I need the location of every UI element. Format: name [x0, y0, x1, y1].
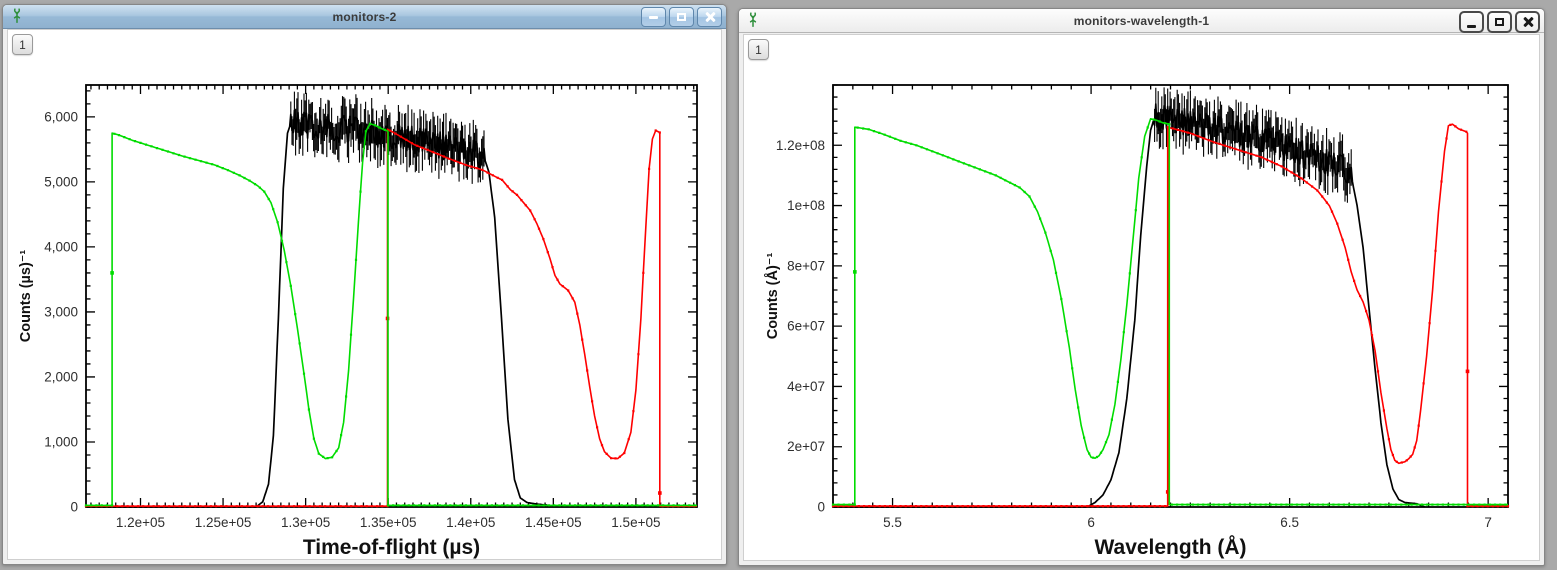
minimize-button[interactable] — [1459, 11, 1484, 33]
y-tick-label: 0 — [70, 500, 78, 515]
titlebar-monitors-wavelength-1[interactable]: monitors-wavelength-1 — [739, 9, 1544, 33]
layer-1-button[interactable]: 1 — [748, 39, 769, 60]
x-tick-label: 1.5e+05 — [611, 515, 660, 530]
x-tick-label: 1.25e+05 — [195, 515, 252, 530]
chopper-window-red-line — [86, 128, 697, 507]
close-icon — [705, 12, 715, 22]
plot-canvas-area: 1.2e+05 1.25e+05 1.3e+05 1.35e+05 1.4e+05 1.4… — [7, 29, 722, 560]
y-tick-label: 4e+07 — [787, 379, 825, 394]
y-tick-label: 2e+07 — [787, 439, 825, 454]
close-button[interactable] — [697, 7, 722, 27]
y-tick-label: 2,000 — [44, 369, 78, 384]
window-monitors-wavelength-1: monitors-wavelength-1 5.5 6 6.5 7 0 2e+07 4e+0… — [738, 8, 1545, 566]
x-axis-title: Wavelength (Å) — [1094, 535, 1246, 559]
maximize-button[interactable] — [1487, 11, 1512, 33]
plot-frame — [832, 84, 1509, 508]
titlebar-monitors-2[interactable]: monitors-2 — [3, 5, 726, 29]
y-tick-label: 1,000 — [44, 434, 78, 449]
x-tick-label: 7 — [1484, 515, 1492, 530]
chopper-window-green-point-marker — [110, 271, 114, 275]
y-tick-label: 1e+08 — [787, 198, 825, 213]
x-tick-label: 1.2e+05 — [116, 515, 165, 530]
minimize-button[interactable] — [641, 7, 666, 27]
plot-canvas-area: 5.5 6 6.5 7 0 2e+07 4e+07 6e+07 8e+07 1e+08 1.2e+0… — [743, 34, 1540, 561]
x-tick-label: 1.45e+05 — [525, 515, 582, 530]
y-axis-title: Counts (µs)⁻¹ — [18, 250, 34, 343]
maximize-button[interactable] — [669, 7, 694, 27]
wavelength-monitors-chart[interactable]: 5.5 6 6.5 7 0 2e+07 4e+07 6e+07 8e+07 1e+08 1.2e+0… — [744, 35, 1540, 561]
chopper-window-green-line — [86, 122, 697, 507]
y-axis-title: Counts (Å)⁻¹ — [764, 253, 781, 340]
maximize-icon — [1495, 18, 1504, 26]
tof-monitors-chart[interactable]: 1.2e+05 1.25e+05 1.3e+05 1.35e+05 1.4e+05 1.4… — [8, 30, 721, 560]
window-monitors-2: monitors-2 1.2e+05 1.25e+05 1.3e+05 1.35e+0… — [2, 4, 727, 565]
chopper-window-red-line — [833, 123, 1508, 507]
chopper-window-red-point-marker — [1465, 369, 1470, 374]
y-tick-label: 3,000 — [44, 304, 78, 319]
mantid-logo-icon — [9, 8, 25, 24]
chopper-window-green-point-marker — [853, 270, 857, 274]
window-title: monitors-wavelength-1 — [1073, 13, 1210, 28]
layer-1-button[interactable]: 1 — [12, 34, 33, 55]
y-tick-label: 4,000 — [44, 239, 78, 254]
y-tick-label: 0 — [817, 500, 825, 515]
window-title: monitors-2 — [332, 9, 397, 24]
x-tick-label: 6.5 — [1280, 515, 1299, 530]
x-tick-label: 1.4e+05 — [446, 515, 495, 530]
chopper-window-green-line — [833, 118, 1508, 506]
x-tick-label: 1.3e+05 — [281, 515, 330, 530]
maximize-icon — [677, 13, 686, 21]
y-tick-label: 6,000 — [44, 109, 78, 124]
x-tick-label: 6 — [1087, 515, 1095, 530]
monitor-spectrum-black-errorbars — [1154, 87, 1352, 203]
minimize-icon — [649, 15, 658, 19]
axis-ticks — [832, 84, 1509, 508]
y-tick-label: 6e+07 — [787, 319, 825, 334]
close-button[interactable] — [1515, 11, 1540, 33]
chopper-window-red-markers — [831, 123, 1510, 508]
y-tick-label: 5,000 — [44, 174, 78, 189]
mantid-logo-icon — [745, 12, 761, 28]
y-tick-label: 8e+07 — [787, 258, 825, 273]
y-tick-label: 1.2e+08 — [776, 138, 825, 153]
x-axis-title: Time-of-flight (µs) — [303, 536, 480, 559]
x-tick-label: 5.5 — [883, 515, 902, 530]
chopper-window-red-point-marker — [658, 491, 662, 495]
x-tick-label: 1.35e+05 — [360, 515, 417, 530]
close-icon — [1523, 17, 1533, 27]
minimize-icon — [1467, 25, 1476, 28]
